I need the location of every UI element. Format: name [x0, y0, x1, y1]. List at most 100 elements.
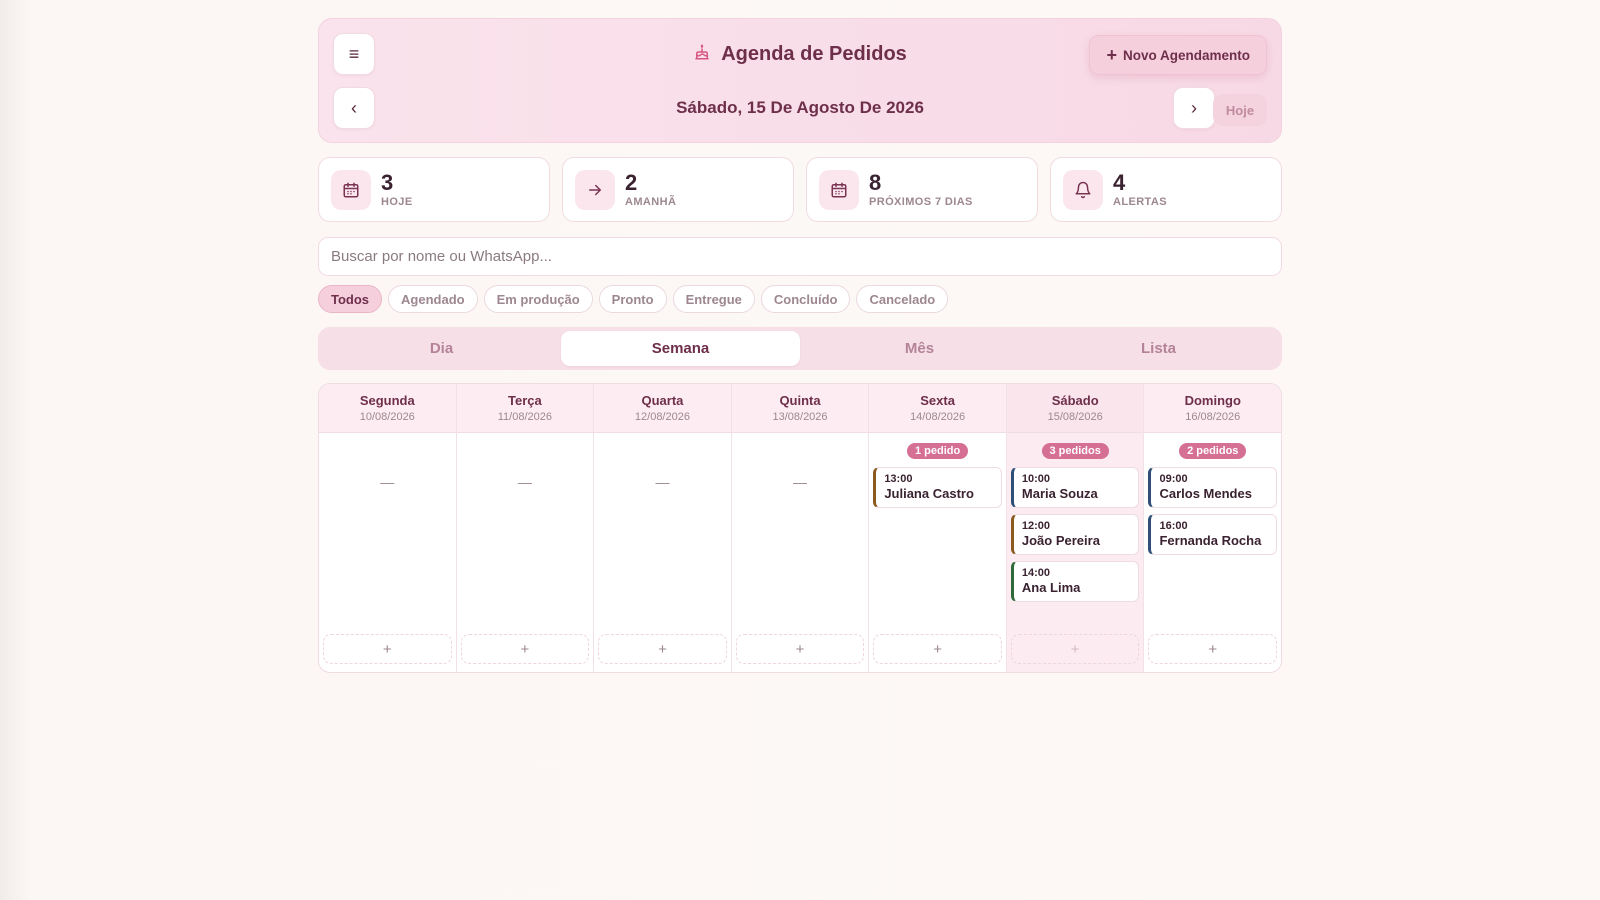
day-header: Segunda 10/08/2026 — [319, 384, 456, 433]
add-appointment-slot[interactable]: + — [598, 634, 727, 664]
day-column-quarta: Quarta 12/08/2026 — + — [594, 384, 732, 672]
order-count-badge: 2 pedidos — [1179, 443, 1247, 459]
today-button[interactable]: Hoje — [1213, 94, 1267, 126]
plus-icon: + — [795, 640, 805, 658]
stat-today: 3 HOJE — [318, 157, 550, 222]
filter-entregue[interactable]: Entregue — [672, 285, 755, 313]
stat-value: 4 — [1113, 169, 1126, 195]
appointment-client: Maria Souza — [1021, 486, 1098, 501]
app-root: ≡ Agenda de Pedidos + Novo Agendamento ‹… — [318, 18, 1282, 673]
plus-icon: + — [520, 640, 530, 658]
chevron-right-icon: › — [1191, 97, 1197, 118]
add-appointment-slot[interactable]: + — [873, 634, 1002, 664]
day-name: Domingo — [1184, 393, 1241, 408]
stat-value: 3 — [381, 169, 394, 195]
day-header: Domingo 16/08/2026 — [1144, 384, 1281, 433]
stat-value: 2 — [625, 169, 638, 195]
next-date-button[interactable]: › — [1173, 87, 1215, 129]
day-date: 11/08/2026 — [497, 411, 552, 423]
appointment-card[interactable]: 14:00 Ana Lima — [1010, 561, 1140, 602]
current-date: Sábado, 15 De Agosto De 2026 — [676, 98, 924, 117]
order-count-badge: 3 pedidos — [1041, 443, 1109, 459]
day-column-segunda: Segunda 10/08/2026 — + — [319, 384, 457, 672]
filter-todos[interactable]: Todos — [318, 285, 383, 313]
arrow-right-icon — [575, 169, 615, 210]
filter-pronto[interactable]: Pronto — [598, 285, 667, 313]
day-body: 1 pedido 13:00 Juliana Castro + — [869, 433, 1006, 672]
appointment-client: João Pereira — [1021, 533, 1100, 548]
day-name: Sábado — [1051, 393, 1099, 408]
appointment-time: 16:00 — [1159, 520, 1188, 532]
add-appointment-slot[interactable]: + — [460, 634, 590, 664]
filter-concluido[interactable]: Concluído — [760, 285, 851, 313]
header-panel: ≡ Agenda de Pedidos + Novo Agendamento ‹… — [318, 18, 1282, 143]
add-appointment-slot[interactable]: + — [1010, 634, 1140, 664]
day-date: 12/08/2026 — [634, 411, 690, 423]
day-header: Quinta 13/08/2026 — [731, 384, 869, 433]
stat-alerts: 4 ALERTAS — [1050, 157, 1282, 222]
tab-lista[interactable]: Lista — [1039, 331, 1278, 366]
day-name: Quarta — [641, 393, 684, 408]
tab-dia[interactable]: Dia — [322, 331, 561, 366]
new-appointment-button[interactable]: + Novo Agendamento — [1089, 35, 1267, 75]
appointment-card[interactable]: 10:00 Maria Souza — [1010, 467, 1140, 508]
status-filters: Todos Agendado Em produção Pronto Entreg… — [318, 285, 1282, 313]
day-date: 16/08/2026 — [1185, 411, 1241, 423]
stat-label: HOJE — [381, 196, 413, 209]
appointment-client: Fernanda Rocha — [1159, 533, 1262, 548]
day-column-quinta: Quinta 13/08/2026 — + — [731, 384, 870, 672]
day-name: Quinta — [779, 393, 821, 408]
day-name: Terça — [508, 393, 542, 408]
appointment-client: Carlos Mendes — [1159, 486, 1252, 501]
appointment-time: 14:00 — [1021, 567, 1051, 579]
plus-icon: + — [1070, 640, 1080, 658]
stat-label: AMANHÃ — [625, 196, 677, 209]
cake-icon — [693, 43, 711, 66]
day-body: 2 pedidos 09:00 Carlos Mendes 16:00 Fern… — [1144, 433, 1281, 672]
plus-icon: + — [933, 640, 942, 658]
tab-mes[interactable]: Mês — [800, 331, 1039, 366]
add-appointment-slot[interactable]: + — [735, 634, 865, 664]
stat-label: PRÓXIMOS 7 DIAS — [869, 196, 973, 209]
day-column-sabado: Sábado 15/08/2026 3 pedidos 10:00 Maria … — [1006, 384, 1145, 672]
appointment-time: 10:00 — [1021, 473, 1051, 485]
day-date: 13/08/2026 — [772, 411, 828, 423]
filter-em-producao[interactable]: Em produção — [483, 285, 593, 313]
bell-icon — [1063, 169, 1103, 210]
appointment-card[interactable]: 09:00 Carlos Mendes — [1148, 467, 1278, 508]
day-header: Quarta 12/08/2026 — [594, 384, 731, 433]
add-appointment-slot[interactable]: + — [1148, 634, 1278, 664]
view-tabs: Dia Semana Mês Lista — [318, 327, 1282, 370]
add-appointment-slot[interactable]: + — [323, 634, 452, 664]
plus-icon: + — [1208, 640, 1218, 658]
appointment-time: 12:00 — [1021, 520, 1051, 532]
appointment-card[interactable]: 12:00 João Pereira — [1010, 514, 1140, 555]
appointment-card[interactable]: 13:00 Juliana Castro — [873, 467, 1002, 508]
appointment-card[interactable]: 16:00 Fernanda Rocha — [1148, 514, 1278, 555]
filter-agendado[interactable]: Agendado — [388, 285, 478, 313]
week-calendar: Segunda 10/08/2026 — + Terça 11/08/2026 … — [318, 383, 1282, 673]
appointment-client: Juliana Castro — [884, 486, 974, 501]
appointment-client: Ana Lima — [1021, 580, 1081, 595]
day-body: — + — [732, 433, 869, 672]
day-header: Sábado 15/08/2026 — [1006, 384, 1144, 433]
empty-day-indicator: — — [793, 474, 808, 490]
appointment-time: 13:00 — [884, 473, 913, 485]
search-input[interactable] — [318, 237, 1282, 276]
order-count-badge: 1 pedido — [906, 443, 969, 459]
day-body: — + — [594, 433, 731, 672]
plus-icon: + — [382, 640, 392, 658]
tab-semana[interactable]: Semana — [561, 331, 800, 366]
day-date: 10/08/2026 — [359, 411, 415, 423]
stat-value: 8 — [869, 169, 882, 195]
stat-label: ALERTAS — [1113, 196, 1167, 209]
empty-day-indicator: — — [380, 474, 395, 490]
day-column-domingo: Domingo 16/08/2026 2 pedidos 09:00 Carlo… — [1144, 384, 1281, 672]
appointment-time: 09:00 — [1159, 473, 1188, 485]
day-date: 15/08/2026 — [1047, 411, 1103, 423]
empty-day-indicator: — — [517, 474, 532, 490]
filter-cancelado[interactable]: Cancelado — [856, 285, 949, 313]
stat-tomorrow: 2 AMANHÃ — [562, 157, 794, 222]
plus-icon: + — [658, 640, 667, 658]
day-column-sexta: Sexta 14/08/2026 1 pedido 13:00 Juliana … — [869, 384, 1007, 672]
